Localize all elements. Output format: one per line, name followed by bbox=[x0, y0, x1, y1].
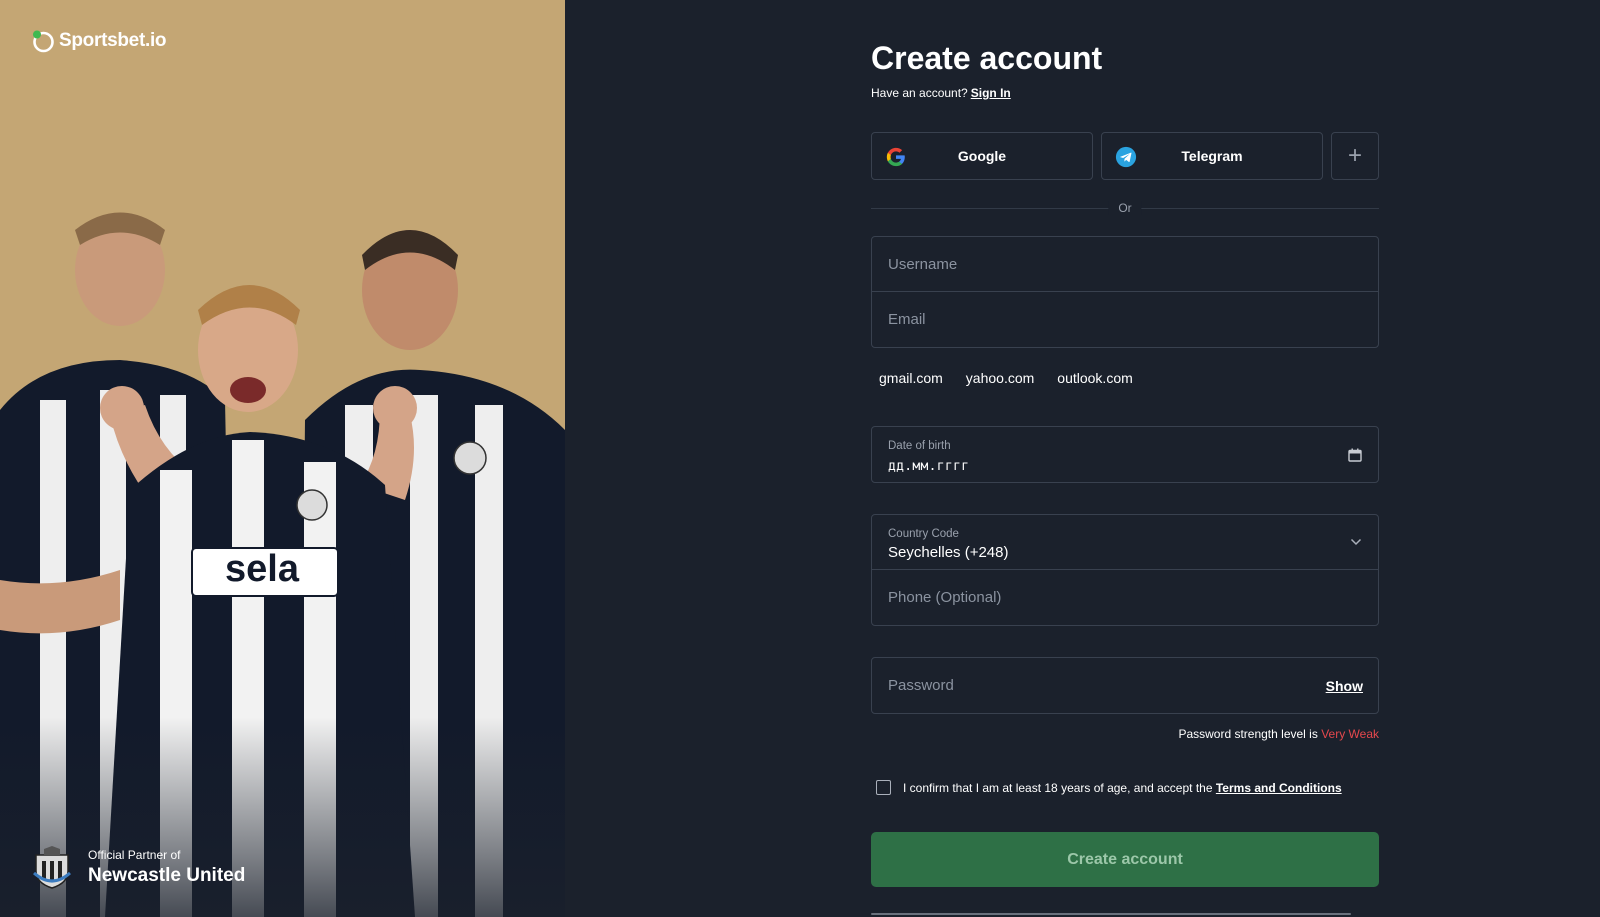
country-code-select[interactable]: Country Code Seychelles (+248) bbox=[872, 515, 1378, 570]
footnote-text-clipped bbox=[871, 910, 1379, 917]
more-logins-button[interactable]: + bbox=[1331, 132, 1379, 180]
date-of-birth-group: Date of birth дд.мм.гггг bbox=[871, 426, 1379, 483]
sportsbet-logo-icon bbox=[33, 30, 54, 53]
age-terms-consent: I confirm that I am at least 18 years of… bbox=[876, 780, 1342, 795]
google-login-button[interactable]: Google bbox=[871, 132, 1093, 180]
chevron-down-icon bbox=[1350, 538, 1362, 546]
sponsor-text: sela bbox=[225, 548, 299, 590]
partner-club: Newcastle United bbox=[88, 864, 246, 886]
google-label: Google bbox=[957, 148, 1007, 164]
date-of-birth-label: Date of birth bbox=[888, 440, 951, 452]
password-strength-prefix: Password strength level is bbox=[1178, 727, 1318, 741]
password-strength-level: Very Weak bbox=[1321, 727, 1379, 741]
account-fields-group: Username Email bbox=[871, 236, 1379, 348]
telegram-label: Telegram bbox=[1181, 148, 1243, 164]
domain-suggestion-gmail[interactable]: gmail.com bbox=[879, 370, 943, 386]
email-placeholder: Email bbox=[888, 311, 926, 328]
password-input[interactable]: Password Show bbox=[872, 658, 1378, 713]
newcastle-crest-icon bbox=[33, 846, 71, 889]
google-icon bbox=[886, 147, 905, 167]
telegram-icon bbox=[1115, 146, 1137, 168]
brand-name: Sportsbet.io bbox=[59, 30, 167, 51]
create-account-label: Create account bbox=[1067, 850, 1183, 868]
promo-panel: Sportsbet.io sela Official Partner of Ne… bbox=[0, 0, 565, 917]
phone-input[interactable]: Phone (Optional) bbox=[872, 570, 1378, 625]
consent-text: I confirm that I am at least 18 years of… bbox=[903, 780, 1213, 795]
brand-logo[interactable]: Sportsbet.io bbox=[31, 29, 167, 53]
social-login-row: Google Telegram + bbox=[871, 132, 1379, 180]
have-account-text: Have an account? bbox=[871, 86, 968, 100]
or-separator: Or bbox=[1108, 201, 1142, 215]
terms-link[interactable]: Terms and Conditions bbox=[1216, 781, 1342, 795]
telegram-login-button[interactable]: Telegram bbox=[1101, 132, 1323, 180]
password-placeholder: Password bbox=[888, 677, 954, 694]
date-of-birth-input[interactable]: Date of birth дд.мм.гггг bbox=[872, 427, 1378, 482]
password-group: Password Show bbox=[871, 657, 1379, 714]
username-placeholder: Username bbox=[888, 255, 958, 273]
age-terms-checkbox[interactable] bbox=[876, 780, 891, 795]
phone-placeholder: Phone (Optional) bbox=[888, 589, 1002, 606]
page-title: Create account bbox=[871, 40, 1103, 76]
partner-badge: Official Partner of Newcastle United bbox=[30, 845, 245, 889]
country-code-label: Country Code bbox=[888, 528, 959, 540]
show-password-toggle[interactable]: Show bbox=[1326, 678, 1363, 694]
domain-suggestion-yahoo[interactable]: yahoo.com bbox=[966, 370, 1034, 386]
email-domain-suggestions: gmail.com yahoo.com outlook.com bbox=[879, 370, 1133, 386]
sign-in-link[interactable]: Sign In bbox=[971, 86, 1011, 100]
username-input[interactable]: Username bbox=[872, 237, 1378, 292]
have-account-line: Have an account? Sign In bbox=[871, 86, 1011, 100]
plus-icon: + bbox=[1347, 142, 1362, 169]
email-input[interactable]: Email bbox=[872, 292, 1378, 347]
create-account-button[interactable]: Create account bbox=[871, 832, 1379, 887]
password-strength: Password strength level is Very Weak bbox=[1178, 727, 1379, 741]
date-of-birth-value: дд.мм.гггг bbox=[888, 459, 970, 474]
partner-line: Official Partner of bbox=[88, 847, 181, 862]
country-code-value: Seychelles (+248) bbox=[888, 544, 1009, 561]
domain-suggestion-outlook[interactable]: outlook.com bbox=[1057, 370, 1132, 386]
calendar-icon[interactable] bbox=[1348, 448, 1362, 462]
phone-group: Country Code Seychelles (+248) Phone (Op… bbox=[871, 514, 1379, 626]
